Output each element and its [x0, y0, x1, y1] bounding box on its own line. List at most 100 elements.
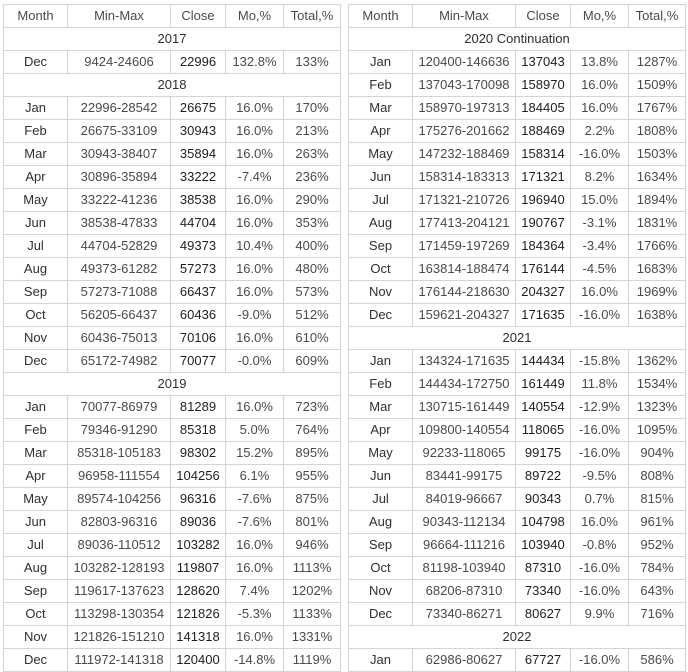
left-table-container: Month Min-Max Close Mo,% Total,% 2017 Dec…: [3, 4, 341, 672]
total-percent-cell: 480%: [283, 257, 341, 281]
table-row: Apr 30896-35894 33222 -7.4% 236%: [3, 165, 341, 189]
column-header-total-pct: Total,%: [283, 4, 341, 28]
mo-percent-cell: 16.0%: [225, 556, 284, 580]
total-percent-cell: 213%: [283, 119, 341, 143]
total-percent-cell: 586%: [628, 648, 686, 672]
month-cell: Apr: [348, 418, 413, 442]
table-row: Apr 175276-201662 188469 2.2% 1808%: [348, 119, 686, 143]
total-percent-cell: 263%: [283, 142, 341, 166]
close-cell: 99175: [515, 441, 571, 465]
minmax-cell: 62986-80627: [412, 648, 516, 672]
month-cell: Jan: [348, 50, 413, 74]
mo-percent-cell: -4.5%: [570, 257, 629, 281]
year-separator-row: 2021: [348, 326, 686, 350]
mo-percent-cell: 16.0%: [570, 280, 629, 304]
close-cell: 33222: [170, 165, 226, 189]
total-percent-cell: 1362%: [628, 349, 686, 373]
mo-percent-cell: 10.4%: [225, 234, 284, 258]
minmax-cell: 158314-183313: [412, 165, 516, 189]
right-table-container: Month Min-Max Close Mo,% Total,% 2020 Co…: [348, 4, 686, 672]
minmax-cell: 30943-38407: [67, 142, 171, 166]
month-cell: Jun: [348, 464, 413, 488]
table-row: Jun 83441-99175 89722 -9.5% 808%: [348, 464, 686, 488]
table-row: Jan 22996-28542 26675 16.0% 170%: [3, 96, 341, 120]
mo-percent-cell: 16.0%: [225, 326, 284, 350]
minmax-cell: 85318-105183: [67, 441, 171, 465]
year-separator-row: 2020 Continuation: [348, 27, 686, 51]
close-cell: 158314: [515, 142, 571, 166]
close-cell: 190767: [515, 211, 571, 235]
close-cell: 184405: [515, 96, 571, 120]
close-cell: 89036: [170, 510, 226, 534]
close-cell: 188469: [515, 119, 571, 143]
total-percent-cell: 610%: [283, 326, 341, 350]
close-cell: 137043: [515, 50, 571, 74]
close-cell: 103940: [515, 533, 571, 557]
mo-percent-cell: -14.8%: [225, 648, 284, 672]
table-row: Jun 158314-183313 171321 8.2% 1634%: [348, 165, 686, 189]
close-cell: 96316: [170, 487, 226, 511]
mo-percent-cell: 16.0%: [225, 142, 284, 166]
mo-percent-cell: -0.0%: [225, 349, 284, 373]
total-percent-cell: 643%: [628, 579, 686, 603]
total-percent-cell: 1969%: [628, 280, 686, 304]
total-percent-cell: 764%: [283, 418, 341, 442]
minmax-cell: 56205-66437: [67, 303, 171, 327]
month-cell: May: [3, 188, 68, 212]
mo-percent-cell: -3.1%: [570, 211, 629, 235]
year-label: 2021: [348, 326, 686, 350]
table-row: Mar 130715-161449 140554 -12.9% 1323%: [348, 395, 686, 419]
month-cell: Feb: [348, 372, 413, 396]
month-cell: Aug: [3, 257, 68, 281]
mo-percent-cell: -16.0%: [570, 303, 629, 327]
total-percent-cell: 1287%: [628, 50, 686, 74]
mo-percent-cell: 8.2%: [570, 165, 629, 189]
table-row: Apr 109800-140554 118065 -16.0% 1095%: [348, 418, 686, 442]
close-cell: 89722: [515, 464, 571, 488]
close-cell: 30943: [170, 119, 226, 143]
table-row: Jul 44704-52829 49373 10.4% 400%: [3, 234, 341, 258]
month-cell: Jan: [3, 395, 68, 419]
mo-percent-cell: 5.0%: [225, 418, 284, 442]
minmax-cell: 70077-86979: [67, 395, 171, 419]
minmax-cell: 171459-197269: [412, 234, 516, 258]
total-percent-cell: 1766%: [628, 234, 686, 258]
table-row: Jul 171321-210726 196940 15.0% 1894%: [348, 188, 686, 212]
total-percent-cell: 1894%: [628, 188, 686, 212]
right-table-header: Month Min-Max Close Mo,% Total,%: [348, 4, 686, 28]
mo-percent-cell: -9.5%: [570, 464, 629, 488]
month-cell: Sep: [3, 280, 68, 304]
total-percent-cell: 1831%: [628, 211, 686, 235]
minmax-cell: 90343-112134: [412, 510, 516, 534]
close-cell: 73340: [515, 579, 571, 603]
mo-percent-cell: 16.0%: [225, 533, 284, 557]
close-cell: 103282: [170, 533, 226, 557]
mo-percent-cell: 0.7%: [570, 487, 629, 511]
minmax-cell: 134324-171635: [412, 349, 516, 373]
close-cell: 171321: [515, 165, 571, 189]
close-cell: 60436: [170, 303, 226, 327]
month-cell: Aug: [348, 510, 413, 534]
month-cell: Jan: [348, 349, 413, 373]
minmax-cell: 96958-111554: [67, 464, 171, 488]
month-cell: Jul: [348, 188, 413, 212]
minmax-cell: 84019-96667: [412, 487, 516, 511]
month-cell: Apr: [3, 165, 68, 189]
mo-percent-cell: 16.0%: [225, 625, 284, 649]
month-cell: Sep: [348, 234, 413, 258]
mo-percent-cell: -7.4%: [225, 165, 284, 189]
table-row: Dec 159621-204327 171635 -16.0% 1638%: [348, 303, 686, 327]
table-row: Sep 57273-71088 66437 16.0% 573%: [3, 280, 341, 304]
table-row: Oct 113298-130354 121826 -5.3% 1133%: [3, 602, 341, 626]
total-percent-cell: 400%: [283, 234, 341, 258]
month-cell: Dec: [3, 648, 68, 672]
table-row: Jan 120400-146636 137043 13.8% 1287%: [348, 50, 686, 74]
close-cell: 70106: [170, 326, 226, 350]
mo-percent-cell: 13.8%: [570, 50, 629, 74]
minmax-cell: 89036-110512: [67, 533, 171, 557]
month-cell: Jun: [3, 510, 68, 534]
close-cell: 140554: [515, 395, 571, 419]
total-percent-cell: 961%: [628, 510, 686, 534]
minmax-cell: 92233-118065: [412, 441, 516, 465]
month-cell: Nov: [3, 625, 68, 649]
